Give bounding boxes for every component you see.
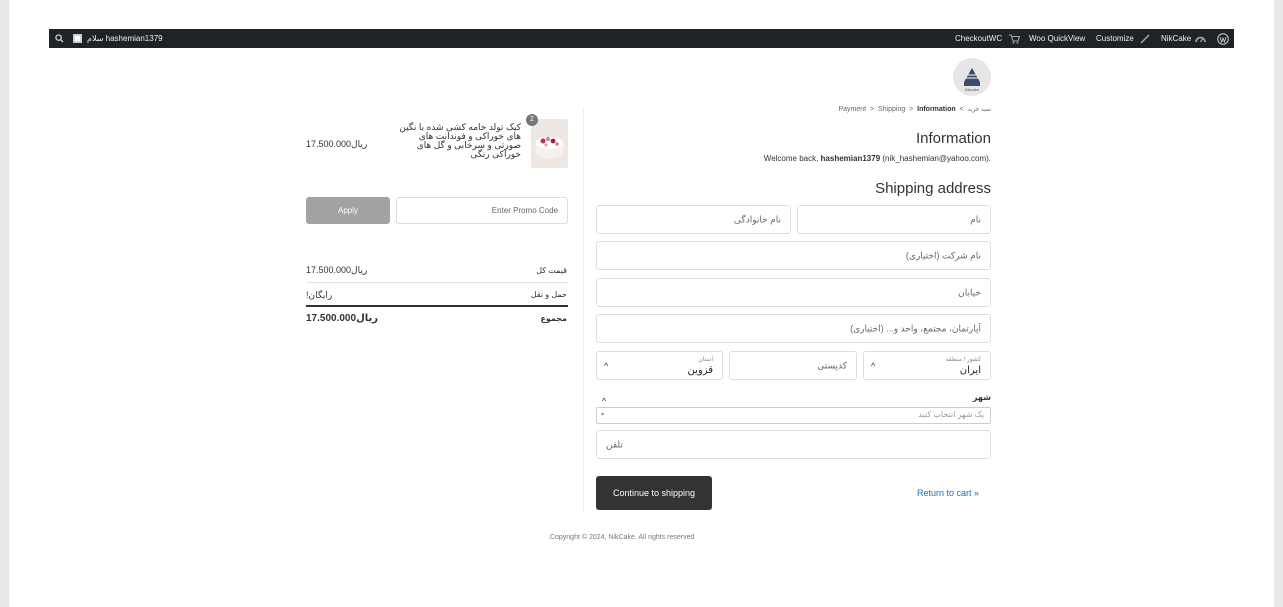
admin-greeting[interactable]: سلام hashemian1379 <box>87 29 163 48</box>
welcome-username: hashemian1379 <box>820 154 881 163</box>
city-placeholder: یک شهر انتخاب کنید <box>918 410 984 419</box>
admin-bar: سلام hashemian1379 CheckoutWC Woo QuickV… <box>49 29 1234 48</box>
admin-customize[interactable]: Customize <box>1096 29 1134 48</box>
breadcrumb: Payment > Shipping > Information < سبد خ… <box>838 106 992 113</box>
quantity-badge: 2 <box>526 114 538 126</box>
admin-woo-quickview[interactable]: Woo QuickView <box>1029 29 1085 48</box>
first-name-field[interactable]: نام <box>797 205 991 234</box>
brand-logo[interactable]: Nikcake <box>953 58 991 96</box>
product-name: کیک تولد خامه کشی شده با نگین های خوراکی… <box>399 122 521 159</box>
search-icon[interactable] <box>55 29 64 48</box>
information-heading: Information <box>915 130 991 147</box>
wordpress-icon[interactable] <box>1217 29 1229 48</box>
shipping-address-heading: Shipping address <box>875 180 991 197</box>
product-image <box>531 119 568 168</box>
promo-code-input[interactable]: Enter Promo Code <box>396 197 568 224</box>
street-field[interactable]: خیابان <box>596 278 991 307</box>
breadcrumb-cart[interactable]: سبد خرید <box>968 107 992 113</box>
apply-promo-button[interactable]: Apply <box>306 197 390 224</box>
brand-logo-text: Nikcake <box>964 87 980 92</box>
postcode-placeholder: کدپستی <box>817 360 847 370</box>
first-name-placeholder: نام <box>970 214 981 224</box>
postcode-field[interactable]: کدپستی <box>729 351 857 380</box>
street-placeholder: خیابان <box>958 287 981 297</box>
company-placeholder: نام شرکت (اختیاری) <box>905 250 981 260</box>
chevron-up-icon: ^ <box>602 396 607 406</box>
country-value: ایران <box>959 365 981 376</box>
breadcrumb-information: Information <box>917 106 956 113</box>
admin-site-name[interactable]: NikCake <box>1161 29 1191 48</box>
product-price: 17.500.000ریال <box>306 139 368 149</box>
city-label: شهر <box>972 393 991 402</box>
dashboard-icon <box>1195 29 1206 48</box>
total-label: مجموع <box>540 314 567 323</box>
column-divider <box>583 108 584 513</box>
return-to-cart-link[interactable]: « Return to cart <box>917 488 979 498</box>
state-label: استان <box>698 357 713 363</box>
last-name-placeholder: نام خانوادگی <box>733 214 781 224</box>
phone-field[interactable]: تلفن <box>596 430 991 459</box>
last-name-field[interactable]: نام خانوادگی <box>596 205 791 234</box>
continue-to-shipping-button[interactable]: Continue to shipping <box>596 476 712 510</box>
breadcrumb-shipping[interactable]: Shipping <box>878 106 905 113</box>
chevron-up-icon: ^ <box>604 360 609 371</box>
country-label: کشور / منطقه <box>945 357 981 363</box>
total-divider <box>306 305 568 307</box>
phone-placeholder: تلفن <box>606 439 623 449</box>
copyright-text: Copyright © 2024, NikCake. All rights re… <box>548 534 695 541</box>
welcome-message: Welcome back, hashemian1379 (nik_hashemi… <box>764 154 991 163</box>
dropdown-arrow-icon: ▾ <box>601 412 605 418</box>
welcome-prefix: Welcome back, <box>763 154 821 163</box>
shipping-label: حمل و نقل <box>530 290 567 299</box>
welcome-email: (nik_hashemian@yahoo.com). <box>882 154 991 163</box>
state-select[interactable]: استان قزوین ^ <box>596 351 723 380</box>
brush-icon <box>1140 29 1150 48</box>
promo-code-placeholder: Enter Promo Code <box>491 206 558 215</box>
shipping-value: رایگان! <box>306 290 333 300</box>
state-value: قزوین <box>687 365 713 376</box>
company-field[interactable]: نام شرکت (اختیاری) <box>596 241 991 270</box>
summary-divider <box>306 282 568 283</box>
breadcrumb-payment[interactable]: Payment <box>839 106 867 113</box>
subtotal-label: قیمت کل <box>536 266 567 275</box>
admin-checkoutwc[interactable]: CheckoutWC <box>955 29 1002 48</box>
subtotal-value: 17.500.000ریال <box>306 265 368 275</box>
user-avatar-icon <box>73 29 82 48</box>
chevron-up-icon: ^ <box>871 360 876 371</box>
country-select[interactable]: کشور / منطقه ایران ^ <box>863 351 991 380</box>
city-select[interactable]: یک شهر انتخاب کنید ▾ <box>596 407 991 424</box>
cart-icon <box>1009 29 1020 48</box>
apartment-field[interactable]: آپارتمان، مجتمع، واحد و... (اختیاری) <box>596 314 991 343</box>
apartment-placeholder: آپارتمان، مجتمع، واحد و... (اختیاری) <box>850 323 981 333</box>
total-value: 17.500.000ریال <box>306 313 379 324</box>
